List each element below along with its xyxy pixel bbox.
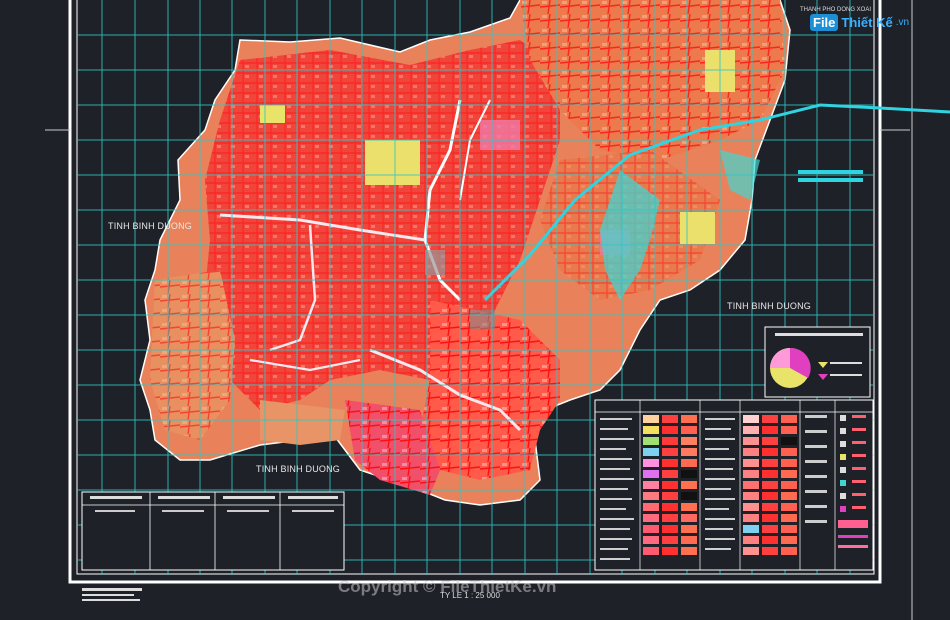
legend-table	[594, 399, 874, 571]
map-viewport[interactable]: TINH BINH DUONG TINH BINH DUONG TINH BIN…	[0, 0, 950, 620]
title-block	[81, 491, 345, 571]
scale-label: TY LE 1 : 25 000	[440, 591, 500, 600]
park-patch	[365, 140, 420, 185]
logo-box: File	[810, 14, 839, 31]
park-patch	[260, 105, 285, 123]
park-patch	[680, 212, 715, 244]
label-binh-duong-west: TINH BINH DUONG	[108, 221, 192, 231]
logo-domain: .vn	[895, 17, 910, 28]
filethietke-logo: File Thiết Kế .vn	[810, 14, 909, 31]
label-binh-duong-south: TINH BINH DUONG	[256, 464, 340, 474]
label-binh-duong-east: TINH BINH DUONG	[727, 301, 811, 311]
label-top-city: THANH PHO DONG XOAI	[800, 7, 872, 13]
logo-text: Thiết Kế	[841, 15, 893, 30]
landuse-pie-legend	[764, 326, 871, 398]
